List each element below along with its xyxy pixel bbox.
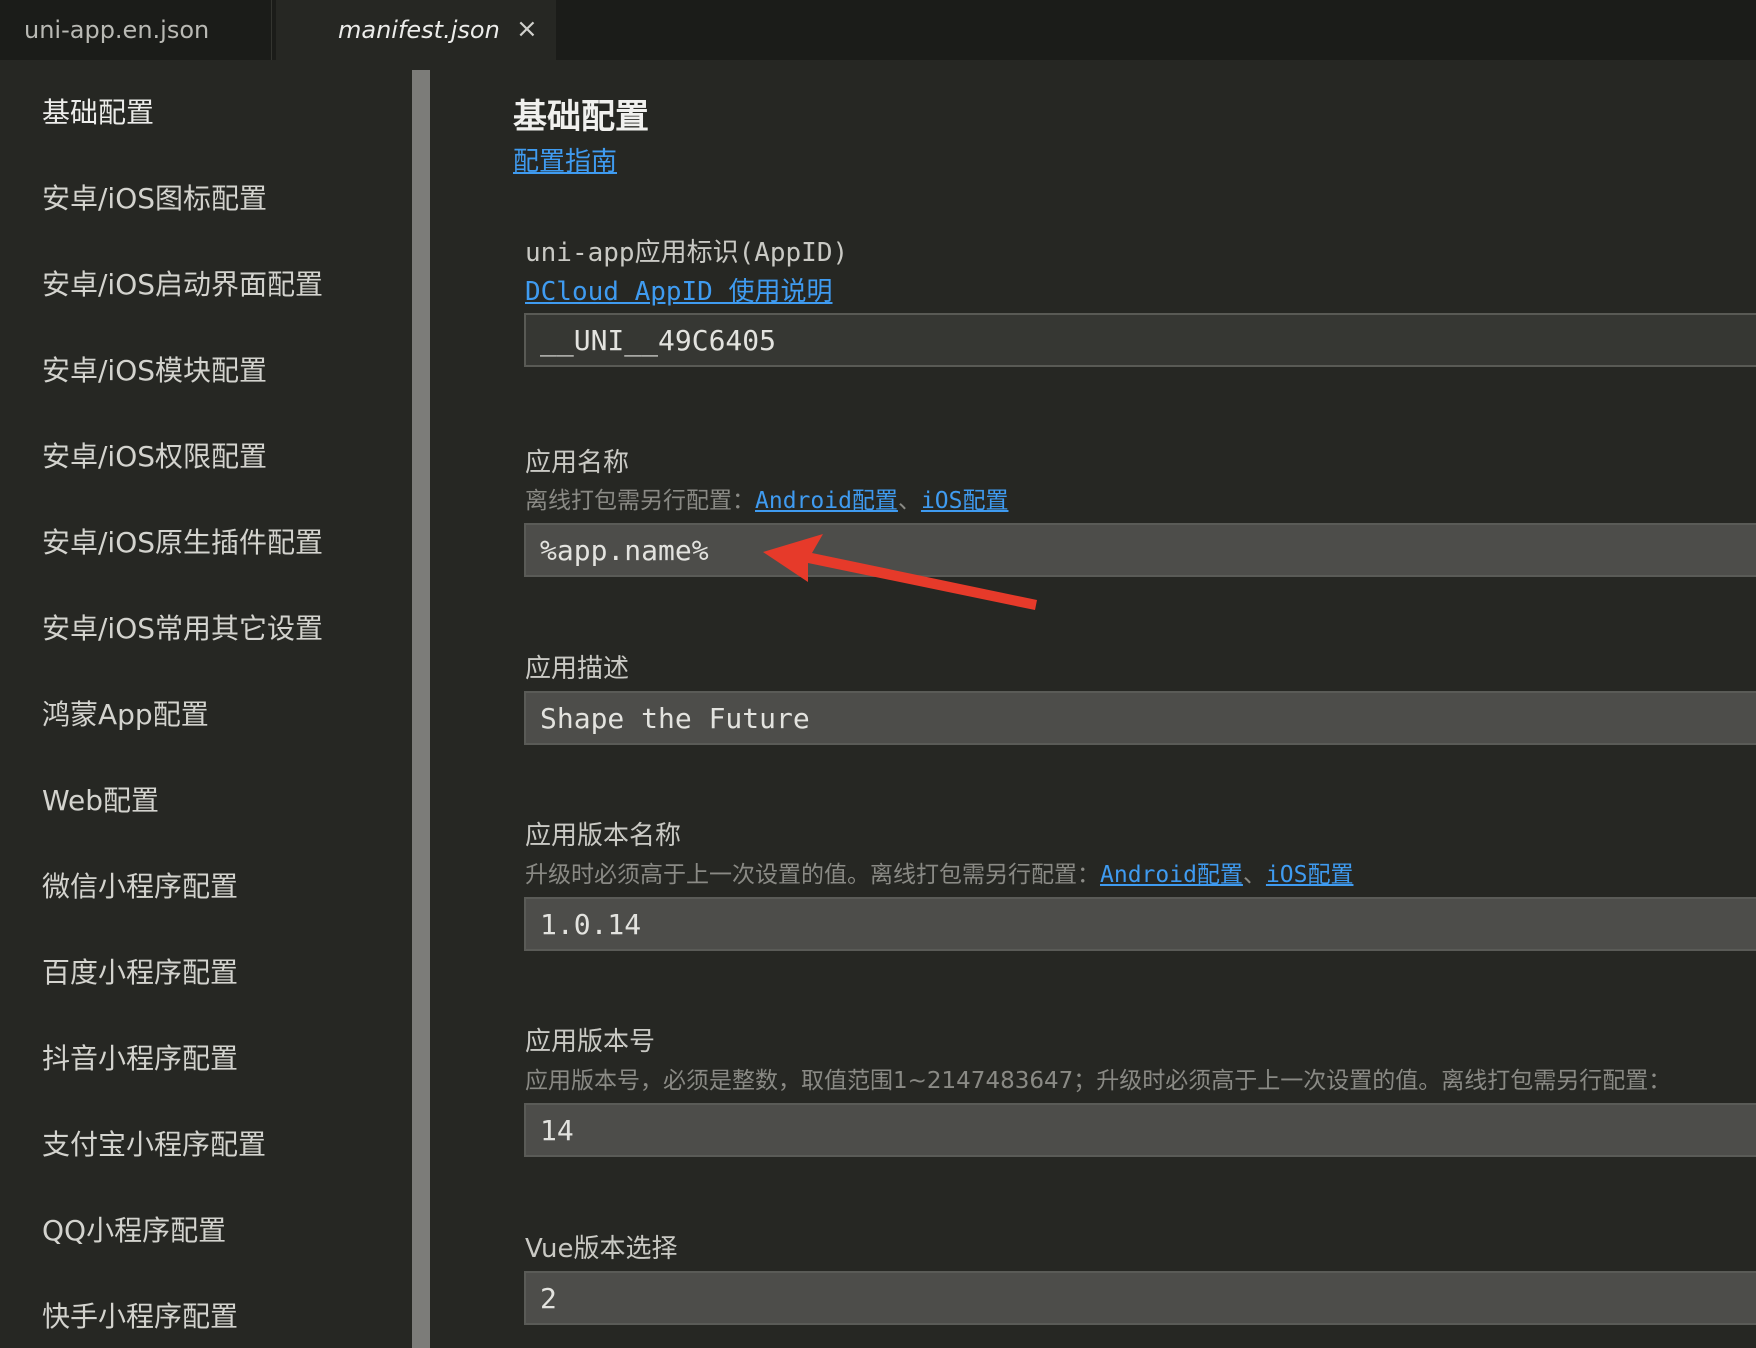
version-name-hint-text: 升级时必须高于上一次设置的值。离线打包需另行配置： — [525, 862, 1100, 888]
appid-help-link[interactable]: DCloud AppID 使用说明 — [525, 273, 833, 311]
version-name-field[interactable] — [524, 897, 1756, 951]
app-name-label: 应用名称 — [525, 448, 630, 478]
sidebar-item-baidu[interactable]: 百度小程序配置 — [42, 953, 238, 993]
page-title: 基础配置 — [513, 97, 649, 137]
version-name-label: 应用版本名称 — [525, 821, 682, 851]
sidebar-scrollbar[interactable] — [412, 70, 430, 1348]
app-name-field[interactable] — [524, 523, 1756, 577]
separator: 、 — [897, 488, 921, 514]
appid-field[interactable] — [524, 313, 1756, 367]
tab-label: uni-app.en.json — [24, 16, 210, 44]
app-name-hint-text: 离线打包需另行配置： — [525, 488, 755, 514]
version-code-label: 应用版本号 — [525, 1027, 656, 1057]
sidebar-item-basic[interactable]: 基础配置 — [42, 93, 154, 133]
sidebar-item-splash[interactable]: 安卓/iOS启动界面配置 — [42, 265, 323, 305]
main-panel: 基础配置 配置指南 uni-app应用标识(AppID) DCloud AppI… — [430, 60, 1756, 1348]
config-guide-link[interactable]: 配置指南 — [513, 142, 617, 182]
version-code-field[interactable] — [524, 1103, 1756, 1157]
sidebar-item-web[interactable]: Web配置 — [42, 781, 159, 821]
app-desc-field[interactable] — [524, 691, 1756, 745]
version-name-hint: 升级时必须高于上一次设置的值。离线打包需另行配置：Android配置、iOS配置 — [525, 857, 1353, 893]
tab-uni-app-en-json[interactable]: uni-app.en.json — [0, 0, 272, 60]
android-config-link[interactable]: Android配置 — [1100, 862, 1243, 888]
app-name-hint: 离线打包需另行配置：Android配置、iOS配置 — [525, 483, 1008, 519]
sidebar-item-kuaishou[interactable]: 快手小程序配置 — [42, 1297, 238, 1337]
tab-label: manifest.json — [338, 16, 500, 44]
vue-version-field[interactable] — [524, 1271, 1756, 1325]
sidebar-item-native-plugins[interactable]: 安卓/iOS原生插件配置 — [42, 523, 323, 563]
version-code-hint: 应用版本号，必须是整数，取值范围1~2147483647；升级时必须高于上一次设… — [525, 1068, 1672, 1094]
vue-version-label: Vue版本选择 — [525, 1234, 678, 1264]
sidebar-item-qq[interactable]: QQ小程序配置 — [42, 1211, 226, 1251]
app-desc-label: 应用描述 — [525, 654, 630, 684]
ios-config-link[interactable]: iOS配置 — [1266, 862, 1354, 888]
sidebar: 基础配置 安卓/iOS图标配置 安卓/iOS启动界面配置 安卓/iOS模块配置 … — [0, 60, 412, 1348]
appid-label: uni-app应用标识(AppID) — [525, 238, 849, 268]
sidebar-item-harmony[interactable]: 鸿蒙App配置 — [42, 695, 209, 735]
sidebar-item-modules[interactable]: 安卓/iOS模块配置 — [42, 351, 267, 391]
android-config-link[interactable]: Android配置 — [755, 488, 898, 514]
close-icon[interactable]: × — [516, 14, 538, 44]
sidebar-item-douyin[interactable]: 抖音小程序配置 — [42, 1039, 238, 1079]
sidebar-item-wechat[interactable]: 微信小程序配置 — [42, 867, 238, 907]
sidebar-item-permissions[interactable]: 安卓/iOS权限配置 — [42, 437, 267, 477]
sidebar-item-alipay[interactable]: 支付宝小程序配置 — [42, 1125, 266, 1165]
tab-manifest-json[interactable]: manifest.json × — [276, 0, 556, 60]
tab-bar: uni-app.en.json manifest.json × — [0, 0, 1756, 60]
sidebar-item-icon[interactable]: 安卓/iOS图标配置 — [42, 179, 267, 219]
ios-config-link[interactable]: iOS配置 — [921, 488, 1009, 514]
separator: 、 — [1242, 862, 1266, 888]
sidebar-item-other-settings[interactable]: 安卓/iOS常用其它设置 — [42, 609, 323, 649]
